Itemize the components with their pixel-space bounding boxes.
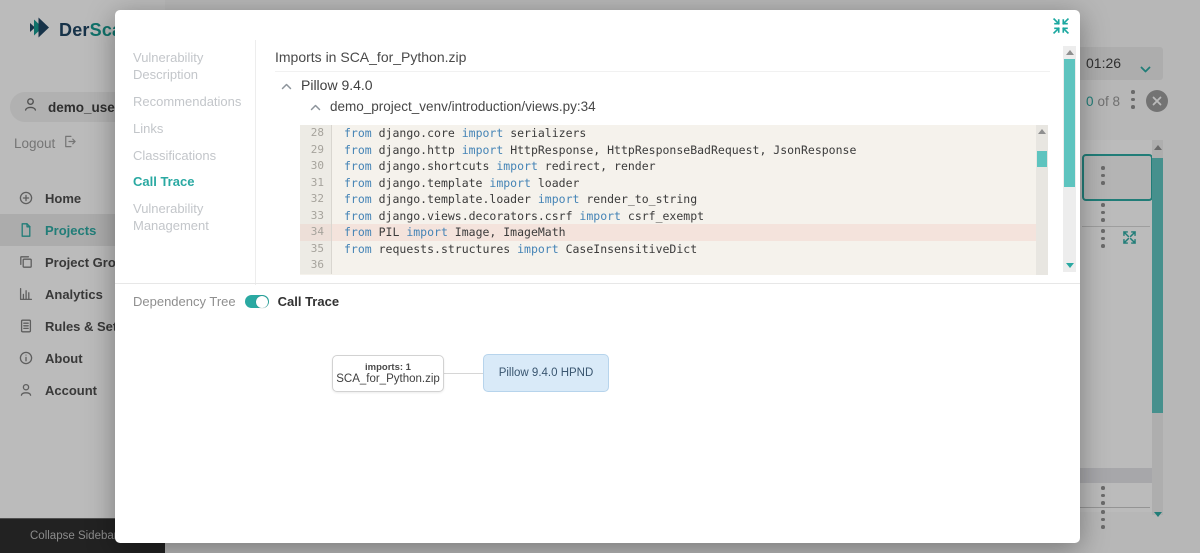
code-line-32: 32from django.template.loader import ren… — [300, 191, 1048, 208]
modal-nav: Vulnerability Description Recommendations… — [133, 50, 253, 245]
line-number: 30 — [300, 158, 332, 175]
modal-nav-item-vulnerability-management[interactable]: Vulnerability Management — [133, 201, 253, 235]
diagram-dependency-node[interactable]: Pillow 9.4.0 HPND — [483, 354, 609, 392]
chevron-up-icon — [281, 77, 292, 93]
code-line-35: 35from requests.structures import CaseIn… — [300, 241, 1048, 258]
line-number: 34 — [300, 224, 332, 241]
code-line-33: 33from django.views.decorators.csrf impo… — [300, 208, 1048, 225]
trace-mode-toggle[interactable] — [245, 295, 269, 308]
dependency-tree-label: Dependency Tree — [133, 294, 236, 309]
package-header-label: Pillow 9.4.0 — [301, 77, 373, 93]
call-trace-label: Call Trace — [278, 294, 339, 309]
code-lines: 28from django.core import serializers29f… — [300, 125, 1048, 274]
code-text: from django.core import serializers — [332, 125, 586, 142]
code-scrollbar[interactable] — [1036, 125, 1048, 275]
panel-scrollbar-thumb[interactable] — [1064, 59, 1075, 187]
code-line-34: 34from PIL import Image, ImageMath — [300, 224, 1048, 241]
trace-mode-row: Dependency Tree Call Trace — [133, 294, 339, 309]
modal-nav-item-links[interactable]: Links — [133, 121, 253, 138]
code-text — [332, 257, 344, 274]
code-line-36: 36 — [300, 257, 1048, 274]
toggle-knob — [256, 296, 268, 308]
line-number: 35 — [300, 241, 332, 258]
panel-scrollbar[interactable] — [1063, 46, 1076, 272]
section-divider — [115, 283, 1080, 284]
line-number: 31 — [300, 175, 332, 192]
dependency-node-label: Pillow 9.4.0 HPND — [499, 367, 594, 379]
code-scrollbar-thumb[interactable] — [1037, 151, 1047, 167]
code-line-31: 31from django.template import loader — [300, 175, 1048, 192]
line-number: 33 — [300, 208, 332, 225]
line-number: 28 — [300, 125, 332, 142]
title-divider — [275, 71, 1050, 72]
diagram-connector — [444, 373, 483, 374]
root-node-meta: imports: 1 — [365, 362, 411, 373]
line-number: 29 — [300, 142, 332, 159]
code-text: from django.template import loader — [332, 175, 579, 192]
modal-nav-item-recommendations[interactable]: Recommendations — [133, 94, 253, 111]
code-line-28: 28from django.core import serializers — [300, 125, 1048, 142]
triangle-up-icon[interactable] — [1066, 50, 1074, 55]
code-viewer: 28from django.core import serializers29f… — [300, 125, 1048, 275]
root-node-label: SCA_for_Python.zip — [336, 373, 440, 385]
diagram-root-node[interactable]: imports: 1 SCA_for_Python.zip — [332, 355, 444, 392]
modal-nav-divider — [255, 40, 256, 285]
modal-nav-item-call-trace[interactable]: Call Trace — [133, 174, 253, 191]
modal-nav-item-classifications[interactable]: Classifications — [133, 148, 253, 165]
chevron-up-icon — [310, 99, 321, 114]
location-header-label: demo_project_venv/introduction/views.py:… — [330, 99, 596, 114]
modal-nav-item-vulnerability-description[interactable]: Vulnerability Description — [133, 50, 253, 84]
location-collapse-header[interactable]: demo_project_venv/introduction/views.py:… — [310, 99, 596, 114]
call-trace-modal: Vulnerability Description Recommendations… — [115, 10, 1080, 543]
triangle-up-icon[interactable] — [1038, 129, 1046, 134]
code-text: from django.views.decorators.csrf import… — [332, 208, 704, 225]
line-number: 36 — [300, 257, 332, 274]
code-text: from PIL import Image, ImageMath — [332, 224, 566, 241]
triangle-down-icon[interactable] — [1066, 263, 1074, 268]
line-number: 32 — [300, 191, 332, 208]
code-line-29: 29from django.http import HttpResponse, … — [300, 142, 1048, 159]
code-text: from requests.structures import CaseInse… — [332, 241, 697, 258]
collapse-arrows-icon[interactable] — [1050, 15, 1072, 37]
code-text: from django.http import HttpResponse, Ht… — [332, 142, 856, 159]
code-line-30: 30from django.shortcuts import redirect,… — [300, 158, 1048, 175]
code-text: from django.shortcuts import redirect, r… — [332, 158, 656, 175]
package-collapse-header[interactable]: Pillow 9.4.0 — [281, 77, 373, 93]
imports-title: Imports in SCA_for_Python.zip — [275, 49, 466, 65]
code-text: from django.template.loader import rende… — [332, 191, 697, 208]
